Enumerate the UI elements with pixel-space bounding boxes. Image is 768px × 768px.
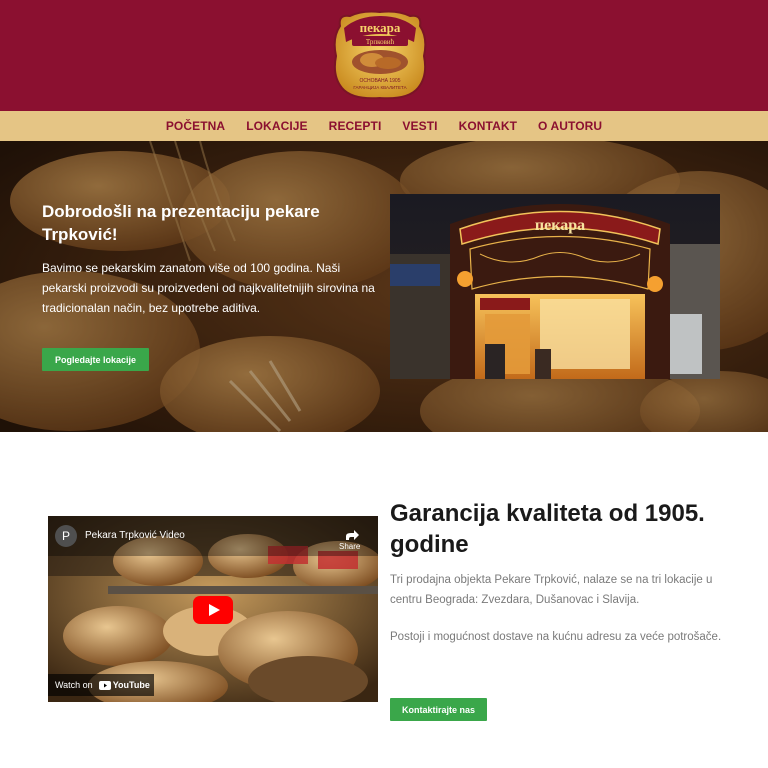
quality-title: Garancija kvaliteta od 1905. godine	[390, 500, 705, 558]
youtube-logo: YouTube	[98, 680, 150, 690]
svg-text:Трпковић: Трпковић	[366, 38, 395, 46]
storefront-image[interactable]: пекара	[390, 194, 720, 379]
share-label[interactable]: Share	[339, 542, 360, 551]
svg-text:ОСНОВАНА 1905: ОСНОВАНА 1905	[360, 78, 401, 84]
pekara-logo[interactable]: пекара Трпковић ОСНОВАНА 1905 ГАРАНЦИЈА …	[328, 8, 432, 102]
contact-button[interactable]: Kontaktirajte nas	[390, 698, 487, 721]
hero-text: Bavimo se pekarskim zanatom više od 100 …	[42, 261, 375, 315]
nav-recepti[interactable]: RECEPTI	[329, 119, 382, 133]
youtube-icon	[98, 680, 111, 690]
channel-avatar[interactable]: P	[55, 525, 77, 547]
svg-text:пекара: пекара	[360, 20, 401, 35]
delivery-paragraph: Postoji i mogućnost dostave na kućnu adr…	[390, 631, 722, 643]
play-icon[interactable]	[193, 596, 233, 624]
locations-paragraph: Tri prodajna objekta Pekare Trpković, na…	[390, 574, 713, 606]
nav-pocetna[interactable]: POČETNA	[166, 119, 225, 133]
nav-lokacije[interactable]: LOKACIJE	[246, 119, 307, 133]
watch-on-label: Watch on	[55, 680, 93, 690]
main-nav: POČETNA LOKACIJE RECEPTI VESTI KONTAKT O…	[0, 111, 768, 141]
svg-text:пекара: пекара	[535, 217, 585, 234]
nav-kontakt[interactable]: KONTAKT	[459, 119, 517, 133]
watch-on-youtube[interactable]: Watch on YouTube	[48, 674, 154, 696]
video-title[interactable]: Pekara Trpković Video	[85, 530, 185, 541]
hero-title: Dobrodošli na prezentaciju pekare Trpkov…	[42, 202, 320, 244]
view-locations-button[interactable]: Pogledajte lokacije	[42, 348, 149, 371]
svg-text:ГАРАНЦИЈА КВАЛИТЕТА: ГАРАНЦИЈА КВАЛИТЕТА	[353, 85, 406, 90]
nav-o-autoru[interactable]: O AUTORU	[538, 119, 602, 133]
youtube-label: YouTube	[112, 680, 150, 690]
nav-vesti[interactable]: VESTI	[402, 119, 437, 133]
